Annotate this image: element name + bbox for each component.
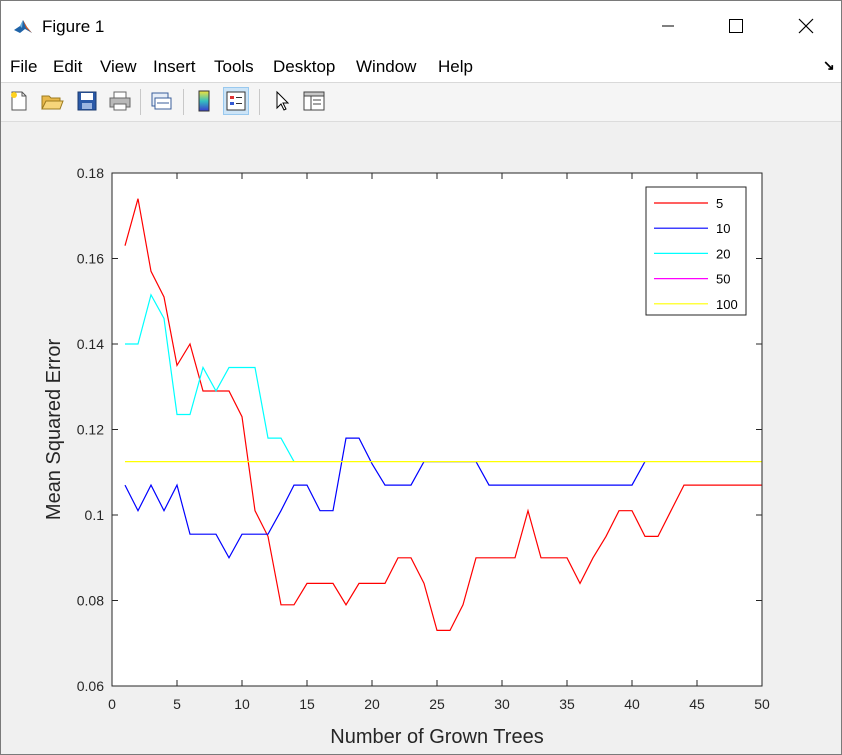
close-button[interactable] <box>771 1 841 51</box>
legend-label: 100 <box>716 297 738 312</box>
title-bar[interactable]: Figure 1 <box>1 1 841 51</box>
legend-label: 50 <box>716 272 730 287</box>
y-tick-label: 0.16 <box>77 251 104 267</box>
y-axis-label: Mean Squared Error <box>43 339 65 521</box>
print-icon <box>109 91 131 111</box>
x-tick-label: 45 <box>689 696 705 712</box>
x-tick-label: 10 <box>234 696 250 712</box>
insert-legend-button[interactable] <box>223 87 249 115</box>
legend-box <box>645 186 747 316</box>
open-file-button[interactable] <box>39 87 65 115</box>
maximize-icon <box>729 19 743 33</box>
x-tick-label: 40 <box>624 696 640 712</box>
menu-file[interactable]: File <box>10 57 37 77</box>
x-tick-label: 30 <box>494 696 510 712</box>
save-icon <box>77 91 97 111</box>
menu-window[interactable]: Window <box>356 57 416 77</box>
edit-plot-icon <box>276 90 290 111</box>
save-button[interactable] <box>74 87 100 115</box>
x-tick-label: 20 <box>364 696 380 712</box>
figure-toolbar <box>1 83 841 122</box>
menu-bar: File Edit View Insert Tools Desktop Wind… <box>1 51 841 83</box>
matlab-logo-icon <box>13 17 33 37</box>
x-tick-label: 0 <box>108 696 116 712</box>
toolbar-separator <box>140 89 141 115</box>
y-tick-label: 0.08 <box>77 593 104 609</box>
insert-legend-icon <box>226 91 246 111</box>
menu-desktop[interactable]: Desktop <box>273 57 335 77</box>
x-tick-label: 50 <box>754 696 770 712</box>
open-file-icon <box>41 95 64 110</box>
x-tick-label: 15 <box>299 696 315 712</box>
menu-tools[interactable]: Tools <box>214 57 254 77</box>
legend-label: 5 <box>716 196 723 211</box>
menu-insert[interactable]: Insert <box>153 57 196 77</box>
property-inspector-button[interactable] <box>301 87 327 115</box>
close-icon <box>798 18 814 34</box>
maximize-button[interactable] <box>701 1 771 51</box>
figure-canvas: 0 5 10 15 20 25 30 35 40 45 50 0.06 0.08 0.1 0.12 0.14 0… <box>2 122 840 753</box>
x-tick-label: 5 <box>173 696 181 712</box>
dock-arrow-icon[interactable]: ↘ <box>823 57 835 74</box>
toolbar-separator <box>259 89 260 115</box>
new-figure-icon <box>11 91 27 111</box>
menu-view[interactable]: View <box>100 57 137 77</box>
toolbar-separator <box>183 89 184 115</box>
line-chart: 0 5 10 15 20 25 30 35 40 45 50 0.06 0.08 0.1 0.12 0.14 0… <box>43 165 770 748</box>
menu-edit[interactable]: Edit <box>53 57 82 77</box>
y-tick-label: 0.14 <box>77 336 104 352</box>
print-button[interactable] <box>107 87 133 115</box>
link-plot-icon <box>151 92 172 110</box>
link-plot-button[interactable] <box>148 87 174 115</box>
y-tick-label: 0.12 <box>77 422 104 438</box>
new-figure-button[interactable] <box>6 87 32 115</box>
x-tick-label: 25 <box>429 696 445 712</box>
minimize-button[interactable] <box>633 1 703 51</box>
x-axis-label: Number of Grown Trees <box>330 726 543 748</box>
y-tick-label: 0.1 <box>85 507 105 523</box>
insert-colorbar-icon <box>198 90 210 112</box>
property-inspector-icon <box>303 91 325 111</box>
window-title: Figure 1 <box>42 17 105 36</box>
edit-plot-button[interactable] <box>269 87 295 115</box>
y-tick-label: 0.18 <box>77 165 104 181</box>
legend-label: 20 <box>716 246 730 261</box>
y-tick-label: 0.06 <box>77 678 104 694</box>
insert-colorbar-button[interactable] <box>191 87 217 115</box>
x-tick-label: 35 <box>559 696 575 712</box>
legend-label: 10 <box>716 221 730 236</box>
legend[interactable]: 5 10 20 50 100 <box>645 186 747 316</box>
menu-help[interactable]: Help <box>438 57 473 77</box>
figure-window: Figure 1 File Edit View Insert Tools Des… <box>0 0 842 755</box>
minimize-icon <box>662 25 674 27</box>
